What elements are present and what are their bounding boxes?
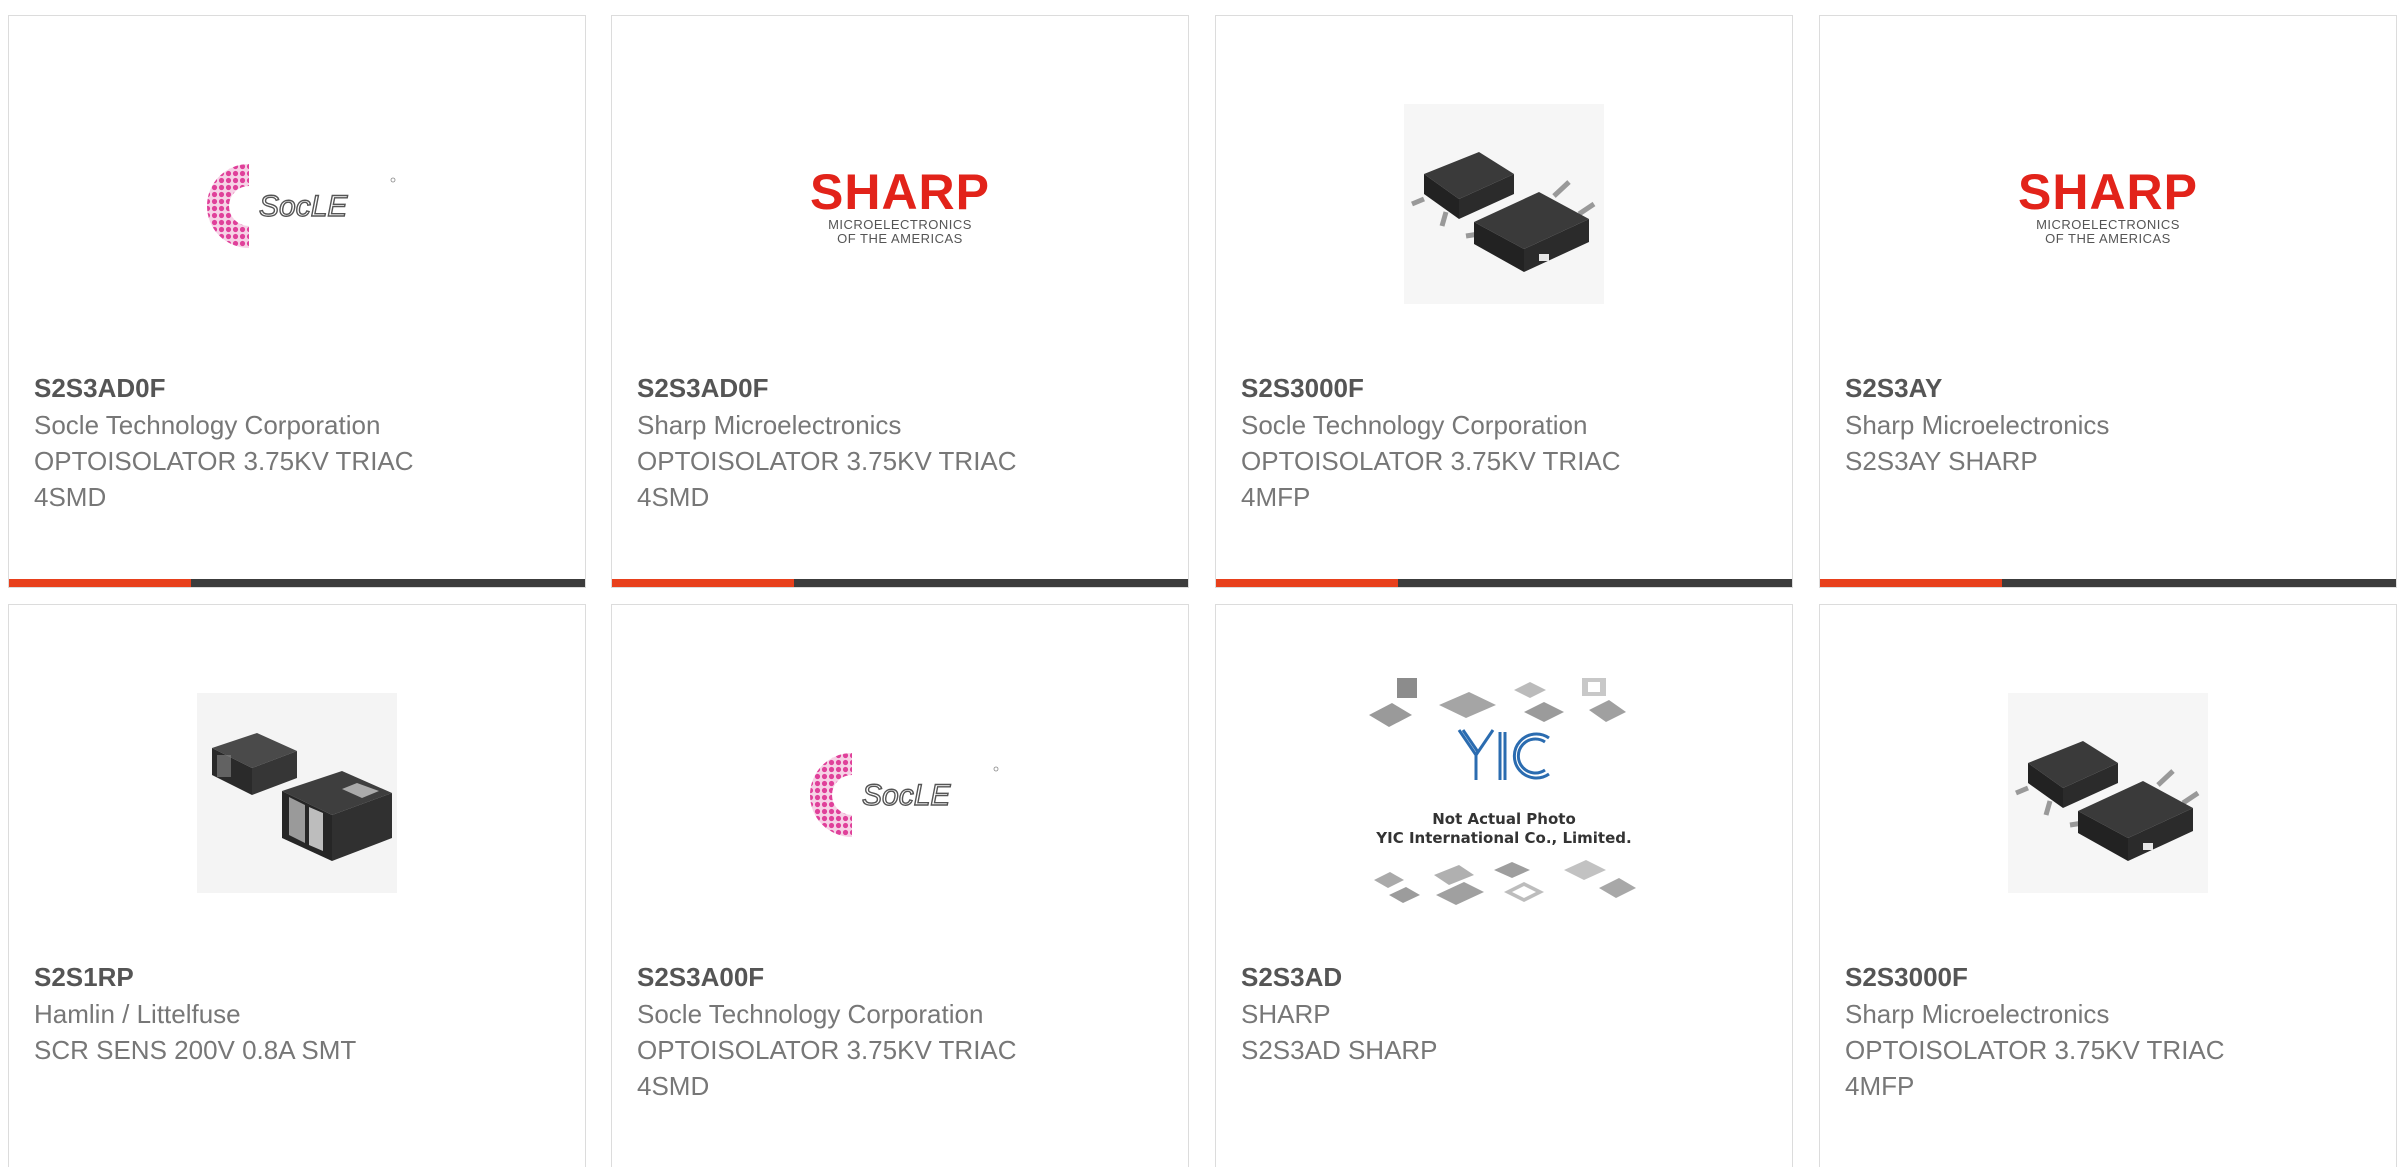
sharp-logo: SHARP MICROELECTRONICS OF THE AMERICAS — [810, 166, 990, 246]
manufacturer: Sharp Microelectronics — [1845, 999, 2110, 1029]
card-bottom-bar — [1216, 579, 1792, 587]
product-image[interactable]: SocLE — [612, 665, 1188, 925]
product-info: S2S3AY Sharp Microelectronics S2S3AY SHA… — [1845, 369, 2376, 479]
product-image[interactable]: Not Actual Photo YIC International Co., … — [1216, 665, 1792, 925]
product-card[interactable]: S2S1RP Hamlin / Littelfuse SCR SENS 200V… — [8, 604, 586, 1167]
socle-logo: SocLE — [197, 156, 397, 256]
product-image[interactable] — [1820, 665, 2396, 925]
part-number[interactable]: S2S3AD — [1241, 958, 1772, 996]
card-bottom-bar — [612, 579, 1188, 587]
part-number[interactable]: S2S1RP — [34, 958, 565, 996]
part-number[interactable]: S2S3000F — [1241, 369, 1772, 407]
description: OPTOISOLATOR 3.75KV TRIAC — [637, 1035, 1017, 1065]
product-image[interactable]: SHARP MICROELECTRONICS OF THE AMERICAS — [1820, 76, 2396, 336]
description-line-2: 4MFP — [1241, 482, 1311, 512]
description: OPTOISOLATOR 3.75KV TRIAC — [1241, 446, 1621, 476]
caption-line-1: Not Actual Photo — [1432, 810, 1576, 828]
card-accent — [612, 579, 794, 587]
description: OPTOISOLATOR 3.75KV TRIAC — [34, 446, 414, 476]
product-info: S2S1RP Hamlin / Littelfuse SCR SENS 200V… — [34, 958, 565, 1068]
product-info: S2S3A00F Socle Technology Corporation OP… — [637, 958, 1168, 1104]
sharp-logo-sub: MICROELECTRONICS — [828, 217, 972, 232]
caption-line-2: YIC International Co., Limited. — [1376, 829, 1632, 847]
description: OPTOISOLATOR 3.75KV TRIAC — [637, 446, 1017, 476]
description-line-2: 4MFP — [1845, 1071, 1915, 1101]
manufacturer: SHARP — [1241, 999, 1331, 1029]
product-card[interactable]: SHARP MICROELECTRONICS OF THE AMERICAS S… — [611, 15, 1189, 588]
description: S2S3AY SHARP — [1845, 446, 2038, 476]
smd-diode-photo — [197, 692, 397, 898]
description: SCR SENS 200V 0.8A SMT — [34, 1035, 357, 1065]
product-card[interactable]: SocLE S2S3AD0F Socle Technology Corporat… — [8, 15, 586, 588]
description-line-2: 4SMD — [637, 1071, 710, 1101]
sharp-logo: SHARP MICROELECTRONICS OF THE AMERICAS — [2018, 166, 2198, 246]
part-number[interactable]: S2S3AD0F — [34, 369, 565, 407]
product-card[interactable]: SHARP MICROELECTRONICS OF THE AMERICAS S… — [1819, 15, 2397, 588]
manufacturer: Socle Technology Corporation — [1241, 410, 1588, 440]
product-grid: SocLE S2S3AD0F Socle Technology Corporat… — [0, 0, 2400, 1167]
manufacturer: Sharp Microelectronics — [1845, 410, 2110, 440]
product-image[interactable] — [1216, 76, 1792, 336]
product-image[interactable]: SocLE — [9, 76, 585, 336]
socle-logo: SocLE — [800, 745, 1000, 845]
product-card[interactable]: Not Actual Photo YIC International Co., … — [1215, 604, 1793, 1167]
product-image[interactable] — [9, 665, 585, 925]
product-info: S2S3AD SHARP S2S3AD SHARP — [1241, 958, 1772, 1068]
yic-placeholder-image: Not Actual Photo YIC International Co., … — [1364, 670, 1644, 920]
manufacturer: Socle Technology Corporation — [637, 999, 984, 1029]
part-number[interactable]: S2S3A00F — [637, 958, 1168, 996]
product-info: S2S3AD0F Sharp Microelectronics OPTOISOL… — [637, 369, 1168, 515]
placeholder-caption: Not Actual Photo YIC International Co., … — [1364, 810, 1644, 848]
card-accent — [9, 579, 191, 587]
card-accent — [1820, 579, 2002, 587]
card-accent — [1216, 579, 1398, 587]
product-info: S2S3000F Sharp Microelectronics OPTOISOL… — [1845, 958, 2376, 1104]
card-bottom-bar — [9, 579, 585, 587]
part-number[interactable]: S2S3AD0F — [637, 369, 1168, 407]
product-card[interactable]: S2S3000F Socle Technology Corporation OP… — [1215, 15, 1793, 588]
manufacturer: Socle Technology Corporation — [34, 410, 381, 440]
chip-photo — [1404, 103, 1604, 309]
description-line-2: 4SMD — [34, 482, 107, 512]
sharp-logo-word: SHARP — [809, 164, 991, 220]
sharp-logo-word: SHARP — [2017, 164, 2199, 220]
manufacturer: Sharp Microelectronics — [637, 410, 902, 440]
product-info: S2S3000F Socle Technology Corporation OP… — [1241, 369, 1772, 515]
svg-text:SocLE: SocLE — [259, 190, 348, 223]
manufacturer: Hamlin / Littelfuse — [34, 999, 241, 1029]
sharp-logo-sub: MICROELECTRONICS — [2036, 217, 2180, 232]
description: S2S3AD SHARP — [1241, 1035, 1438, 1065]
svg-text:SocLE: SocLE — [862, 779, 951, 812]
sharp-logo-sub: OF THE AMERICAS — [2045, 231, 2171, 246]
card-bottom-bar — [1820, 579, 2396, 587]
description: OPTOISOLATOR 3.75KV TRIAC — [1845, 1035, 2225, 1065]
description-line-2: 4SMD — [637, 482, 710, 512]
chip-photo — [2008, 692, 2208, 898]
product-info: S2S3AD0F Socle Technology Corporation OP… — [34, 369, 565, 515]
product-image[interactable]: SHARP MICROELECTRONICS OF THE AMERICAS — [612, 76, 1188, 336]
part-number[interactable]: S2S3000F — [1845, 958, 2376, 996]
part-number[interactable]: S2S3AY — [1845, 369, 2376, 407]
sharp-logo-sub: OF THE AMERICAS — [837, 231, 963, 246]
product-card[interactable]: SocLE S2S3A00F Socle Technology Corporat… — [611, 604, 1189, 1167]
product-card[interactable]: S2S3000F Sharp Microelectronics OPTOISOL… — [1819, 604, 2397, 1167]
